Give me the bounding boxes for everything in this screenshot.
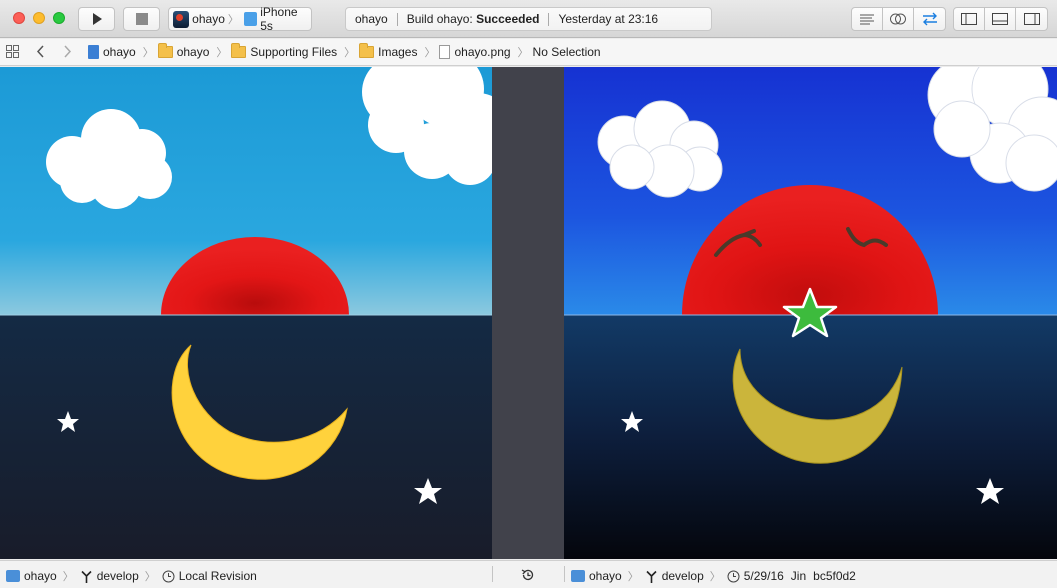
folder-icon [157,43,173,58]
jump-bar: ohayo 〉 ohayo 〉 Supporting Files 〉 Image… [0,39,1057,66]
play-icon [92,13,102,25]
revision-commit[interactable]: bc5f0d2 [813,569,856,583]
breadcrumb-item-images[interactable]: Images 〉 [359,43,439,60]
chevron-right-icon: 〉 [709,571,721,583]
chevron-right-icon: 〉 [517,47,529,59]
comparison-gutter[interactable] [492,67,564,559]
revision-repo-name[interactable]: ohayo [589,569,622,583]
chevron-right-icon: 〉 [227,14,239,26]
back-arrow-icon[interactable] [36,45,45,58]
clock-icon [727,570,740,582]
local-repo-name[interactable]: ohayo [24,569,57,583]
folder-icon [231,43,247,58]
breadcrumb-item-supporting-files[interactable]: Supporting Files 〉 [231,43,359,60]
stop-icon [135,13,148,25]
debug-toggle-icon [992,13,1008,25]
local-revision-path: ohayo 〉 develop 〉 Local Revision [6,568,257,584]
view-toggle-control [953,7,1048,31]
standard-editor-button[interactable] [852,8,883,30]
chevron-right-icon: 〉 [627,571,639,583]
version-bottom-bar: ohayo 〉 develop 〉 Local Revision ohayo 〉… [0,560,1057,588]
project-icon [88,45,99,59]
editor-mode-control [851,7,946,31]
clock-icon [162,570,175,582]
close-window-button[interactable] [13,12,25,24]
toolbar: ohayo 〉 iPhone 5s ohayo Build ohayo: Suc… [0,0,1057,38]
activity-project: ohayo [355,12,388,26]
related-items-icon[interactable] [6,45,19,58]
history-icon [521,569,534,581]
local-revision-label[interactable]: Local Revision [179,569,257,583]
ohayo-image-local [0,67,492,559]
chevron-right-icon: 〉 [216,47,228,59]
revision-image-view[interactable] [564,67,1057,559]
stop-button[interactable] [123,7,160,31]
chevron-right-icon: 〉 [62,571,74,583]
activity-time: Yesterday at 23:16 [558,12,659,26]
png-file-icon [439,45,451,59]
branch-icon [646,570,657,583]
zoom-window-button[interactable] [53,12,65,24]
activity-view: ohayo Build ohayo: Succeeded Yesterday a… [345,7,712,31]
branch-icon [81,570,92,583]
device-icon [243,12,258,26]
debug-toggle-button[interactable] [985,8,1016,30]
breadcrumb: ohayo 〉 ohayo 〉 Supporting Files 〉 Image… [88,43,601,60]
revision-branch-name[interactable]: develop [662,569,704,583]
breadcrumb-item-file[interactable]: ohayo.png 〉 [439,44,532,60]
standard-editor-icon [860,14,874,25]
local-image-view[interactable] [0,67,492,559]
app-icon [173,10,190,28]
local-branch-name[interactable]: develop [97,569,139,583]
version-editor-button[interactable] [914,8,945,30]
chevron-right-icon: 〉 [142,47,154,59]
chevron-right-icon: 〉 [344,47,356,59]
ohayo-image-revision [564,67,1057,559]
activity-build-prefix: Build ohayo: [406,12,473,26]
chevron-right-icon: 〉 [424,47,436,59]
scheme-selector[interactable]: ohayo 〉 iPhone 5s [168,5,312,33]
assistant-editor-icon [890,13,906,25]
revision-date[interactable]: 5/29/16 [744,569,784,583]
repository-icon [571,570,585,582]
breadcrumb-item-selection[interactable]: No Selection [533,45,601,59]
scheme-device: iPhone 5s [260,5,298,33]
commit-revision-path: ohayo 〉 develop 〉 5/29/16 Jin bc5f0d2 [571,568,856,584]
breadcrumb-item-project[interactable]: ohayo 〉 [88,44,158,60]
breadcrumb-item-group[interactable]: ohayo 〉 [157,43,232,60]
activity-build-status: Succeeded [476,12,540,26]
assistant-editor-button[interactable] [883,8,914,30]
repository-icon [6,570,20,582]
chevron-right-icon: 〉 [144,571,156,583]
scheme-project: ohayo [192,12,225,26]
utilities-toggle-button[interactable] [1016,8,1047,30]
revision-author[interactable]: Jin [791,569,806,583]
navigator-toggle-button[interactable] [954,8,985,30]
folder-icon [359,43,375,58]
version-editor-icon [922,12,937,26]
forward-arrow-icon[interactable] [63,45,72,58]
minimize-window-button[interactable] [33,12,45,24]
utilities-toggle-icon [1023,13,1040,25]
timeline-toggle-button[interactable] [521,568,535,582]
navigator-toggle-icon [961,13,977,25]
run-button[interactable] [78,7,115,31]
